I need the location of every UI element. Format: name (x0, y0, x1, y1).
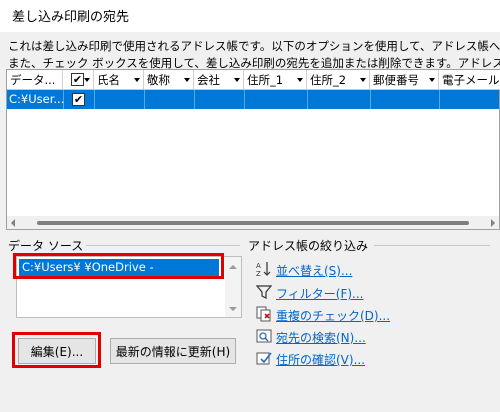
filter-icon[interactable] (256, 284, 272, 300)
svg-text:Z: Z (256, 270, 261, 277)
chevron-down-icon (134, 78, 140, 82)
horizontal-scroll-thumb[interactable] (37, 221, 469, 225)
chevron-down-icon (297, 78, 303, 82)
column-header-company[interactable]: 会社 (194, 70, 244, 90)
header-check-icon[interactable]: ✔ (71, 73, 84, 86)
highlight-box (13, 253, 224, 279)
data-source-label: データ ソース (8, 239, 84, 253)
cell-divider (194, 90, 195, 109)
find-recipient-link[interactable]: 宛先の検索(N)... (276, 329, 366, 346)
recipient-grid[interactable]: データ... ✔ 氏名 敬称 会社 住所_1 住所_2 郵便番号 電子メール C… (6, 69, 500, 230)
row-data-source-cell[interactable]: C:¥User... (9, 90, 64, 109)
sort-link[interactable]: 並べ替え(S)... (276, 262, 352, 279)
chevron-down-icon (360, 78, 366, 82)
svg-text:A: A (256, 262, 261, 270)
scroll-up-icon[interactable] (229, 265, 237, 269)
cell-divider (94, 90, 95, 109)
chevron-down-icon (429, 78, 435, 82)
column-header-checkbox[interactable]: ✔ (63, 70, 94, 90)
row-checkbox[interactable]: ✔ (72, 93, 85, 106)
column-header-address2[interactable]: 住所_2 (307, 70, 370, 90)
scroll-left-icon[interactable] (11, 219, 15, 227)
refresh-button[interactable]: 最新の情報に更新(H) (110, 338, 236, 364)
column-header-title[interactable]: 敬称 (144, 70, 194, 90)
sort-az-icon[interactable]: A Z (256, 261, 272, 277)
column-header-postal-code[interactable]: 郵便番号 (370, 70, 439, 90)
scroll-down-icon[interactable] (229, 307, 237, 311)
cell-divider (244, 90, 245, 109)
column-header-address1[interactable]: 住所_1 (244, 70, 307, 90)
column-header-name[interactable]: 氏名 (94, 70, 144, 90)
group-divider (374, 245, 490, 246)
chevron-down-icon (184, 78, 190, 82)
cell-divider (144, 90, 145, 109)
filter-link[interactable]: フィルター(F)... (276, 285, 363, 302)
description-line-1: これは差し込み印刷で使用されるアドレス帳です。以下のオプションを使用して、アドレ… (8, 39, 500, 53)
cell-divider (370, 90, 371, 109)
column-header-email[interactable]: 電子メール (439, 70, 500, 90)
refine-label: アドレス帳の絞り込み (248, 239, 369, 253)
group-divider (86, 245, 240, 246)
window-title: 差し込み印刷の宛先 (12, 10, 130, 25)
validate-address-icon[interactable] (256, 350, 272, 366)
duplicate-check-icon[interactable] (256, 306, 272, 322)
chevron-down-icon (234, 78, 240, 82)
find-recipient-icon[interactable] (256, 328, 272, 344)
cell-divider (439, 90, 440, 109)
chevron-down-icon (84, 78, 90, 82)
scroll-right-icon[interactable] (491, 219, 495, 227)
duplicate-check-link[interactable]: 重複のチェック(D)... (276, 307, 390, 324)
highlight-box (12, 332, 101, 368)
column-header-data-source[interactable]: データ... (7, 70, 63, 90)
cell-divider (307, 90, 308, 109)
validate-address-link[interactable]: 住所の確認(V)... (276, 351, 365, 368)
